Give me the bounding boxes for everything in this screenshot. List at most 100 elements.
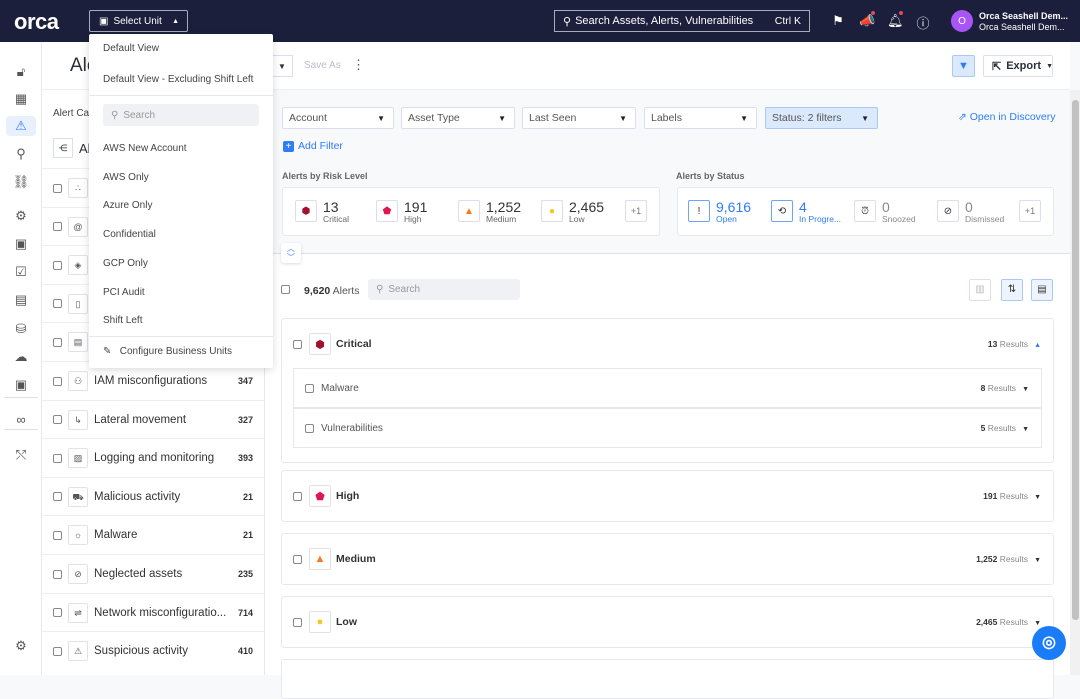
- category-row[interactable]: ⇌ Network misconfiguratio... 714: [42, 592, 265, 632]
- cloud-upload-icon[interactable]: ☁: [10, 347, 32, 367]
- report-icon[interactable]: ▤: [10, 290, 32, 310]
- unit-search-input[interactable]: ⚲ Search: [103, 104, 259, 126]
- collapse-summary-button[interactable]: ︿ ﹀: [281, 243, 301, 263]
- chat-support-button[interactable]: ◎: [1032, 626, 1066, 660]
- add-filter-button[interactable]: + Add Filter: [283, 140, 343, 152]
- caret-down-icon[interactable]: ▼: [1034, 620, 1041, 627]
- caret-down-icon[interactable]: ▼: [1034, 494, 1041, 501]
- status-stat[interactable]: ⏰︎ 0 Snoozed: [854, 200, 916, 224]
- identity-icon[interactable]: ▣: [10, 375, 32, 395]
- labels-filter[interactable]: Labels ▼: [644, 107, 757, 129]
- category-checkbox[interactable]: [53, 415, 62, 425]
- category-row[interactable]: ⛟ Malicious activity 21: [42, 476, 265, 516]
- dropdown-unit-item[interactable]: AWS New Account: [103, 143, 187, 154]
- dropdown-unit-item[interactable]: Azure Only: [103, 200, 152, 211]
- caret-down-icon[interactable]: ▼: [1022, 426, 1029, 433]
- group-checkbox[interactable]: [293, 617, 302, 627]
- asset-type-filter[interactable]: Asset Type ▼: [401, 107, 515, 129]
- select-all-checkbox[interactable]: [281, 285, 290, 294]
- group-header[interactable]: ⬟ High 191 Results ▼: [282, 471, 1053, 521]
- group-header[interactable]: ▲ Medium 1,252 Results ▼: [282, 534, 1053, 584]
- dropdown-view-excluding-shift-left[interactable]: Default View - Excluding Shift Left: [103, 74, 253, 85]
- group-checkbox[interactable]: [293, 339, 302, 349]
- category-row[interactable]: ☼ Malware 21: [42, 515, 265, 554]
- help-icon[interactable]: ⓘ: [915, 13, 931, 32]
- status-stat[interactable]: ⟲ 4 In Progre...: [771, 200, 841, 224]
- shield-icon[interactable]: ⚙: [10, 206, 32, 226]
- database-icon[interactable]: ⛁: [10, 319, 32, 339]
- save-as-button[interactable]: Save As: [304, 60, 341, 71]
- risk-more-button[interactable]: +1: [625, 200, 647, 222]
- group-header[interactable]: ⬢ Critical 13 Results ▲: [282, 319, 1053, 369]
- category-checkbox[interactable]: [53, 183, 62, 193]
- category-row[interactable]: ↳ Lateral movement 327: [42, 399, 265, 439]
- risk-low-stat[interactable]: ● 2,465 Low: [541, 200, 604, 224]
- last-seen-filter[interactable]: Last Seen ▼: [522, 107, 636, 129]
- risk-high-stat[interactable]: ⬟ 191 High: [376, 200, 427, 224]
- announcement-icon[interactable]: 📣: [859, 11, 875, 29]
- risk-medium-stat[interactable]: ▲ 1,252 Medium: [458, 200, 521, 224]
- integrations-icon[interactable]: ∞: [10, 410, 32, 430]
- global-search-input[interactable]: ⚲ Search Assets, Alerts, Vulnerabilities C…: [554, 10, 810, 32]
- category-row[interactable]: ⚠ Suspicious activity 410: [42, 631, 265, 670]
- group-header[interactable]: ● Low 2,465 Results ▼: [282, 597, 1053, 647]
- dropdown-unit-item[interactable]: AWS Only: [103, 172, 149, 183]
- columns-button[interactable]: ▥: [969, 279, 991, 301]
- alerts-search-input[interactable]: ⚲ Search: [368, 279, 520, 300]
- category-checkbox[interactable]: [53, 453, 62, 463]
- status-stat[interactable]: ! 9,616 Open: [688, 200, 751, 224]
- dropdown-unit-item[interactable]: PCI Audit: [103, 287, 145, 298]
- category-checkbox[interactable]: [53, 646, 62, 656]
- configure-business-units[interactable]: ✎ Configure Business Units: [103, 346, 232, 357]
- subgroup-checkbox[interactable]: [305, 423, 314, 433]
- open-in-discovery-link[interactable]: ⇗ Open in Discovery: [958, 111, 1056, 123]
- filter-toggle-button[interactable]: ▼: [952, 55, 975, 77]
- status-stat[interactable]: ⊘ 0 Dismissed: [937, 200, 1004, 224]
- dashboard-icon[interactable]: ▦: [10, 89, 32, 109]
- category-row[interactable]: ⊘ Neglected assets 235: [42, 554, 265, 593]
- risk-critical-stat[interactable]: ⬢ 13 Critical: [295, 200, 349, 224]
- view-select-caret[interactable]: ▼: [272, 55, 293, 77]
- orca-logo[interactable]: orca: [14, 9, 59, 35]
- category-checkbox[interactable]: [53, 376, 62, 386]
- subgroup-row[interactable]: Vulnerabilities 5 Results ▼: [293, 408, 1042, 448]
- status-more-button[interactable]: +1: [1019, 200, 1041, 222]
- category-checkbox[interactable]: [53, 222, 62, 232]
- sort-button[interactable]: ⇅: [1001, 279, 1023, 301]
- automation-icon[interactable]: ⤲: [10, 445, 32, 465]
- group-checkbox[interactable]: [293, 554, 302, 564]
- export-button[interactable]: ⇱ Export ▼: [983, 55, 1053, 77]
- subgroup-row[interactable]: Malware 8 Results ▼: [293, 368, 1042, 408]
- category-checkbox[interactable]: [53, 260, 62, 270]
- caret-down-icon[interactable]: ▼: [1034, 557, 1041, 564]
- caret-down-icon[interactable]: ▼: [1022, 386, 1029, 393]
- category-checkbox[interactable]: [53, 569, 62, 579]
- lock-icon[interactable]: 🔓︎: [10, 62, 32, 82]
- category-checkbox[interactable]: [53, 530, 62, 540]
- user-menu[interactable]: Orca Seashell Dem... Orca Seashell Dem...: [979, 11, 1068, 33]
- category-checkbox[interactable]: [53, 492, 62, 502]
- category-row[interactable]: ▨ Logging and monitoring 393: [42, 438, 265, 477]
- group-view-button[interactable]: ▤: [1031, 279, 1053, 301]
- dropdown-unit-item[interactable]: Shift Left: [103, 315, 142, 326]
- search-icon[interactable]: ⚲: [10, 144, 32, 164]
- dropdown-view-default[interactable]: Default View: [103, 43, 159, 54]
- category-checkbox[interactable]: [53, 337, 62, 347]
- group-checkbox[interactable]: [293, 491, 302, 501]
- briefcase-icon[interactable]: ▣: [10, 234, 32, 254]
- caret-up-icon[interactable]: ▲: [1034, 342, 1041, 349]
- bell-icon[interactable]: 🔔︎: [887, 11, 904, 29]
- category-checkbox[interactable]: [53, 299, 62, 309]
- select-unit-button[interactable]: ▣ Select Unit ▲: [89, 10, 188, 32]
- status-filter[interactable]: Status: 2 filters ▼: [765, 107, 878, 129]
- subgroup-checkbox[interactable]: [305, 383, 314, 393]
- flag-icon[interactable]: ⚑: [830, 13, 846, 29]
- graph-icon[interactable]: ⛓: [10, 172, 32, 192]
- more-options-icon[interactable]: ⋮: [352, 57, 365, 73]
- account-filter[interactable]: Account ▼: [282, 107, 394, 129]
- all-categories-icon[interactable]: ⋲: [53, 138, 73, 158]
- settings-icon[interactable]: ⚙: [10, 636, 32, 656]
- compliance-icon[interactable]: ☑: [10, 262, 32, 282]
- scrollbar-thumb[interactable]: [1072, 100, 1079, 620]
- alerts-icon[interactable]: ⚠: [6, 116, 36, 136]
